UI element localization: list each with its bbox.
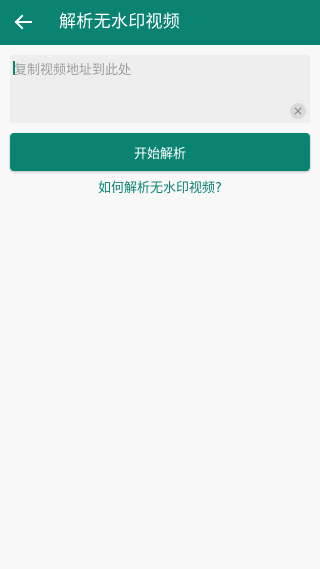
page-title: 解析无水印视频 <box>59 12 181 32</box>
how-to-parse-link[interactable]: 如何解析无水印视频? <box>0 180 320 198</box>
video-url-input-container <box>10 55 310 123</box>
start-parse-button[interactable]: 开始解析 <box>10 133 310 171</box>
back-button[interactable] <box>10 9 36 35</box>
text-cursor <box>13 61 15 75</box>
video-url-input[interactable] <box>10 55 310 123</box>
close-icon <box>294 107 302 115</box>
arrow-left-icon <box>14 14 32 30</box>
app-toolbar: 解析无水印视频 <box>0 0 320 45</box>
clear-input-button[interactable] <box>290 103 306 119</box>
